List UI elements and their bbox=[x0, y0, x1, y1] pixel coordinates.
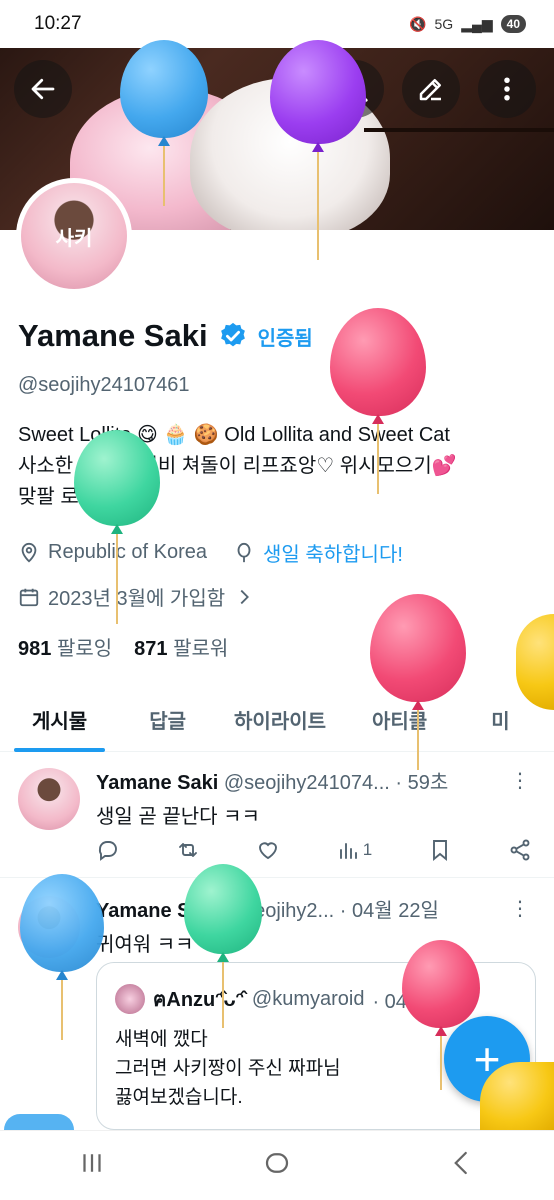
profile-name: Yamane Saki bbox=[18, 318, 208, 353]
bio-line: Sweet Lollita 😋 🧁 🍪 Old Lollita and Swee… bbox=[18, 424, 450, 446]
following-label: 팔로잉 bbox=[56, 638, 113, 660]
bookmark-button[interactable] bbox=[428, 838, 452, 862]
profile-name-row: Yamane Saki 인증됨 bbox=[18, 318, 313, 354]
avatar[interactable] bbox=[18, 768, 80, 830]
balloon-knot bbox=[111, 524, 123, 534]
profile-tabs: 게시물 답글 하이라이트 아티클 미 bbox=[0, 688, 554, 752]
tab-articles[interactable]: 아티클 bbox=[344, 688, 445, 752]
views-icon bbox=[339, 843, 357, 859]
post-author-handle: @seojihy2... bbox=[223, 900, 335, 922]
quote-line: 끓여보겠습니다. bbox=[115, 1087, 243, 1108]
tab-highlights[interactable]: 하이라이트 bbox=[204, 688, 344, 752]
search-icon bbox=[343, 77, 368, 102]
like-icon bbox=[258, 842, 277, 860]
avatar[interactable] bbox=[18, 896, 80, 958]
bio-line: 사소한 일상 베이비 쳐돌이 리프죠앙♡ 위시모으기💕 bbox=[18, 455, 457, 477]
bio-line: 맞팔 로리타만 bbox=[18, 486, 134, 508]
share-icon bbox=[510, 839, 530, 861]
more-vertical-icon bbox=[504, 77, 510, 101]
post-more-icon[interactable]: ⋮ bbox=[510, 768, 530, 793]
quote-line: 새벽에 깼다 bbox=[115, 1029, 208, 1050]
verified-label[interactable]: 인증됨 bbox=[258, 322, 313, 351]
post-author-handle: @seojihy241074... bbox=[223, 772, 390, 794]
post-author-name[interactable]: Yamane Saki bbox=[96, 772, 218, 794]
post-header: Yamane Saki @seojihy2... · 04월 22일 bbox=[96, 894, 439, 923]
profile-avatar-frame[interactable]: 사키 bbox=[16, 178, 132, 294]
profile-location: Republic of Korea bbox=[48, 541, 207, 563]
back-nav-button[interactable] bbox=[447, 1148, 477, 1183]
signal-icon: ▂▄▆ bbox=[461, 15, 493, 32]
verified-icon[interactable] bbox=[218, 321, 248, 351]
avatar-text: 사키 bbox=[55, 227, 93, 250]
birthday-link[interactable]: 생일 축하합니다! bbox=[263, 538, 403, 567]
avatar: 사키 bbox=[21, 183, 127, 289]
quote-time: · 04월 22일 bbox=[372, 990, 472, 1013]
tab-media[interactable]: 미 bbox=[445, 688, 527, 752]
edit-button[interactable] bbox=[402, 60, 460, 118]
post-author-name[interactable]: Yamane Saki bbox=[96, 900, 218, 922]
mute-icon: 🔇 bbox=[409, 15, 427, 32]
status-icons: 🔇 5G ▂▄▆ 40 bbox=[409, 15, 526, 33]
back-arrow-icon bbox=[31, 78, 55, 100]
tab-replies[interactable]: 답글 bbox=[105, 688, 204, 752]
quote-author-name: ฅAnzuᵔ̂ᴗᵔ̂ bbox=[153, 989, 244, 1011]
following-count: 981 bbox=[18, 638, 52, 660]
post-item[interactable]: Yamane Saki @seojihy241074... · 59초 ⋮ 생일… bbox=[0, 752, 554, 878]
edit-icon bbox=[419, 79, 441, 101]
reply-icon bbox=[98, 841, 117, 861]
retweet-icon bbox=[178, 843, 197, 857]
battery-level: 40 bbox=[500, 15, 526, 33]
followers-count: 871 bbox=[134, 638, 168, 660]
quote-author-handle: @kumyaroid bbox=[251, 987, 365, 1010]
back-button[interactable] bbox=[14, 60, 72, 118]
like-button[interactable] bbox=[256, 838, 280, 862]
location-icon bbox=[21, 542, 37, 563]
banner-fence bbox=[364, 128, 554, 228]
retweet-button[interactable] bbox=[176, 838, 200, 862]
status-time: 10:27 bbox=[34, 13, 82, 34]
calendar-icon bbox=[19, 588, 39, 606]
profile-bio: Sweet Lollita 😋 🧁 🍪 Old Lollita and Swee… bbox=[18, 420, 538, 513]
balloon-body bbox=[330, 308, 426, 416]
followers-link[interactable]: 871 팔로워 bbox=[134, 632, 228, 661]
quote-header: ฅAnzuᵔ̂ᴗᵔ̂ @kumyaroid · 04월 22일 bbox=[115, 983, 472, 1015]
home-icon bbox=[265, 1153, 289, 1173]
chevron-right-icon bbox=[240, 589, 250, 604]
network-label: 5G bbox=[434, 16, 454, 32]
post-header: Yamane Saki @seojihy241074... · 59초 bbox=[96, 766, 448, 795]
post-text: 생일 곧 끝난다 ㅋㅋ bbox=[96, 806, 260, 828]
recent-apps-icon bbox=[83, 1154, 101, 1172]
post-actions: 1 bbox=[96, 838, 532, 862]
recent-apps-button[interactable] bbox=[77, 1148, 107, 1183]
views-count: 1 bbox=[362, 840, 373, 859]
search-button[interactable] bbox=[326, 60, 384, 118]
balloon-body bbox=[370, 594, 466, 702]
profile-meta-row: Republic of Korea 생일 축하합니다! bbox=[18, 538, 403, 567]
following-link[interactable]: 981 팔로잉 bbox=[18, 632, 112, 661]
followers-label: 팔로워 bbox=[173, 638, 229, 660]
quote-line: 그러면 사키짱이 주신 짜파님 bbox=[115, 1058, 341, 1079]
balloon-icon bbox=[237, 542, 251, 562]
back-chevron-icon bbox=[453, 1151, 467, 1175]
tab-posts[interactable]: 게시물 bbox=[0, 688, 106, 752]
bookmark-icon bbox=[433, 840, 448, 862]
avatar bbox=[115, 984, 145, 1014]
profile-handle: @seojihy24107461 bbox=[18, 374, 190, 396]
compose-button[interactable]: + bbox=[444, 1016, 530, 1102]
joined-date: 2023년 3월에 가입함 bbox=[48, 588, 226, 610]
joined-row[interactable]: 2023년 3월에 가입함 bbox=[18, 582, 255, 611]
more-button[interactable] bbox=[478, 60, 536, 118]
post-time: · 59초 bbox=[395, 772, 449, 794]
home-button[interactable] bbox=[262, 1148, 292, 1183]
post-text: 귀여워 ㅋㅋ bbox=[96, 934, 194, 956]
status-bar: 10:27 🔇 5G ▂▄▆ 40 bbox=[0, 0, 554, 48]
share-button[interactable] bbox=[508, 838, 532, 862]
follow-counts: 981 팔로잉 871 팔로워 bbox=[18, 632, 228, 661]
post-more-icon[interactable]: ⋮ bbox=[510, 896, 530, 921]
system-nav-bar bbox=[0, 1130, 554, 1200]
reply-button[interactable] bbox=[96, 838, 120, 862]
post-time: · 04월 22일 bbox=[339, 900, 439, 922]
quote-text: 새벽에 깼다 그러면 사키짱이 주신 짜파님 끓여보겠습니다. bbox=[115, 1025, 341, 1112]
views-button[interactable]: 1 bbox=[336, 838, 372, 862]
